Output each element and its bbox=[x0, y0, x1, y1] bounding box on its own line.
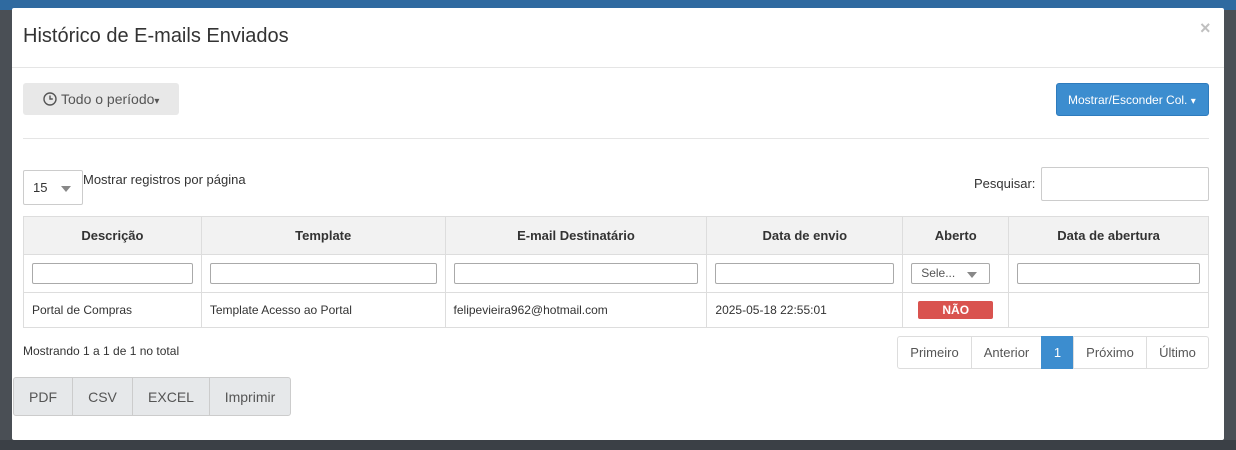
page-size-label: Mostrar registros por página bbox=[83, 172, 246, 187]
background-app-bottom bbox=[0, 440, 1236, 450]
pagination-next-button[interactable]: Próximo bbox=[1073, 336, 1147, 369]
period-filter-button[interactable]: Todo o período▾ bbox=[23, 83, 179, 115]
dropdown-arrow-icon bbox=[61, 186, 71, 192]
filter-aberto-placeholder: Sele... bbox=[921, 266, 956, 280]
column-header-aberto[interactable]: Aberto bbox=[902, 216, 1010, 255]
cell-template: Template Acesso ao Portal bbox=[200, 292, 446, 328]
filter-data-envio-input[interactable] bbox=[715, 263, 895, 284]
cell-aberto: NÃO bbox=[902, 292, 1010, 328]
pagination-first-button[interactable]: Primeiro bbox=[897, 336, 972, 369]
cell-data-envio: 2025-05-18 22:55:01 bbox=[706, 292, 904, 328]
show-hide-columns-button[interactable]: Mostrar/Esconder Col. ▾ bbox=[1056, 83, 1209, 116]
filter-cell bbox=[23, 254, 202, 293]
filter-aberto-select[interactable]: Sele... bbox=[911, 263, 991, 284]
pagination-last-button[interactable]: Último bbox=[1146, 336, 1209, 369]
page-size-select[interactable]: 15 bbox=[23, 170, 83, 205]
column-header-data-envio[interactable]: Data de envio bbox=[706, 216, 904, 255]
filter-email-input[interactable] bbox=[453, 263, 699, 284]
filter-cell bbox=[444, 254, 708, 293]
search-label: Pesquisar: bbox=[974, 176, 1036, 191]
divider bbox=[23, 138, 1209, 139]
export-excel-button[interactable]: EXCEL bbox=[132, 377, 210, 416]
filter-cell bbox=[706, 254, 904, 293]
table-header-row: Descrição Template E-mail Destinatário D… bbox=[23, 216, 1209, 255]
status-badge: NÃO bbox=[918, 301, 994, 319]
clock-icon bbox=[43, 92, 57, 109]
page-size-value: 15 bbox=[33, 180, 48, 195]
table-row: Portal de Compras Template Acesso ao Por… bbox=[23, 292, 1209, 328]
background-app-right bbox=[1224, 10, 1236, 450]
pagination-page-1-button[interactable]: 1 bbox=[1041, 336, 1074, 369]
caret-down-icon: ▾ bbox=[1190, 96, 1196, 107]
close-button[interactable]: × bbox=[1200, 18, 1211, 39]
filter-descricao-input[interactable] bbox=[32, 263, 193, 284]
caret-down-icon: ▾ bbox=[154, 96, 160, 107]
filter-cell: Sele... bbox=[902, 254, 1010, 293]
print-button[interactable]: Imprimir bbox=[209, 377, 291, 416]
export-pdf-button[interactable]: PDF bbox=[13, 377, 73, 416]
filter-data-abertura-input[interactable] bbox=[1017, 263, 1200, 284]
modal-title: Histórico de E-mails Enviados bbox=[23, 25, 289, 47]
cell-descricao: Portal de Compras bbox=[23, 292, 202, 328]
cell-email: felipevieira962@hotmail.com bbox=[444, 292, 708, 328]
column-header-data-abertura[interactable]: Data de abertura bbox=[1008, 216, 1209, 255]
column-header-template[interactable]: Template bbox=[200, 216, 446, 255]
pagination-previous-button[interactable]: Anterior bbox=[971, 336, 1042, 369]
modal-header: Histórico de E-mails Enviados × bbox=[12, 8, 1224, 68]
filter-row: Sele... bbox=[23, 254, 1209, 293]
search-input[interactable] bbox=[1041, 167, 1209, 201]
pagination: Primeiro Anterior 1 Próximo Último bbox=[897, 336, 1209, 369]
show-hide-columns-label: Mostrar/Esconder Col. bbox=[1068, 93, 1188, 107]
filter-template-input[interactable] bbox=[209, 263, 437, 284]
filter-cell bbox=[200, 254, 446, 293]
table-info: Mostrando 1 a 1 de 1 no total bbox=[23, 344, 180, 358]
email-history-modal: Histórico de E-mails Enviados × Todo o p… bbox=[12, 8, 1224, 440]
column-header-email[interactable]: E-mail Destinatário bbox=[444, 216, 708, 255]
export-csv-button[interactable]: CSV bbox=[72, 377, 133, 416]
filter-cell bbox=[1008, 254, 1209, 293]
dropdown-arrow-icon bbox=[967, 272, 978, 278]
background-app-left bbox=[0, 10, 12, 450]
cell-data-abertura bbox=[1008, 292, 1209, 328]
period-filter-label: Todo o período bbox=[61, 91, 155, 107]
column-header-descricao[interactable]: Descrição bbox=[23, 216, 202, 255]
email-history-table: Descrição Template E-mail Destinatário D… bbox=[23, 216, 1209, 328]
export-buttons: PDF CSV EXCEL Imprimir bbox=[13, 377, 291, 416]
